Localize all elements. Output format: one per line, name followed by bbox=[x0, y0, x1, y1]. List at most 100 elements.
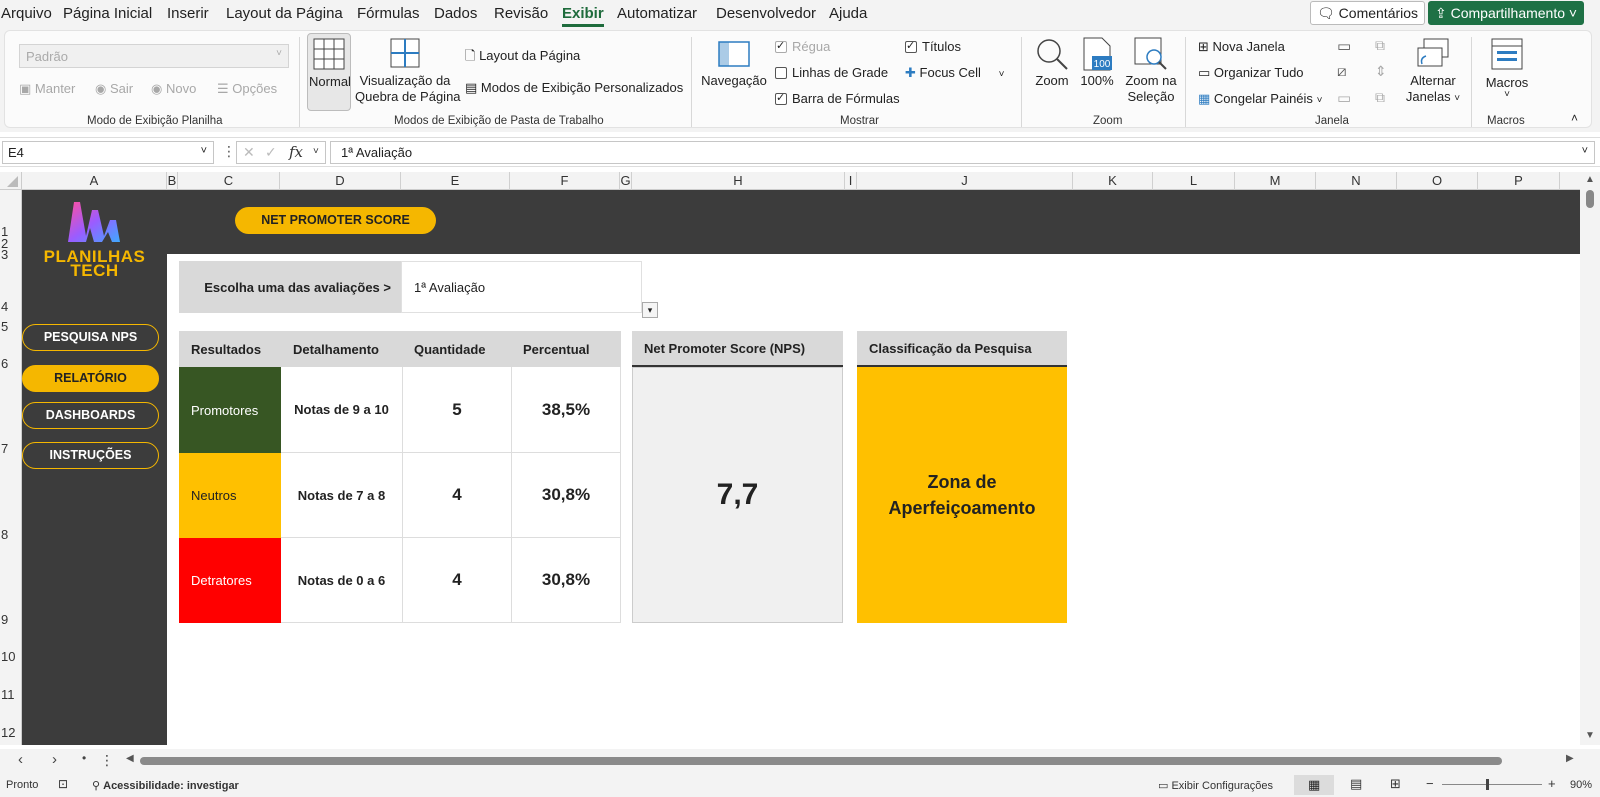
vertical-scrollbar[interactable]: ▲ ▼ bbox=[1580, 172, 1600, 745]
normal-view-button[interactable]: Normal bbox=[307, 33, 351, 111]
scroll-left-icon[interactable]: ◀ bbox=[126, 753, 134, 764]
sheet-view-new-button[interactable]: ◉ Novo bbox=[151, 81, 196, 97]
nav-instrucoes-button[interactable]: INSTRUÇÕES bbox=[22, 442, 159, 469]
hide-icon[interactable]: ⧄ bbox=[1337, 63, 1347, 80]
name-box[interactable]: E4 ˅ bbox=[2, 141, 214, 164]
column-header-m[interactable]: M bbox=[1235, 172, 1316, 190]
function-icon[interactable]: fx bbox=[289, 143, 303, 161]
column-header-f[interactable]: F bbox=[510, 172, 620, 190]
column-header-h[interactable]: H bbox=[632, 172, 845, 190]
nav-relatorio-button[interactable]: RELATÓRIO bbox=[22, 365, 159, 392]
row-header-11[interactable]: 11 bbox=[0, 687, 22, 702]
scroll-down-icon[interactable]: ▼ bbox=[1585, 730, 1595, 741]
sheet-view-keep-button[interactable]: ▣ Manter bbox=[19, 81, 75, 97]
select-all-button[interactable] bbox=[0, 172, 22, 190]
zoom-slider-thumb[interactable] bbox=[1486, 779, 1489, 790]
menu-ajuda[interactable]: Ajuda bbox=[829, 5, 867, 22]
column-header-d[interactable]: D bbox=[280, 172, 401, 190]
scroll-up-icon[interactable]: ▲ bbox=[1585, 174, 1595, 185]
evaluation-select[interactable]: 1ª Avaliação bbox=[401, 261, 642, 313]
menu-layout[interactable]: Layout da Página bbox=[226, 5, 343, 22]
page-break-preview-button[interactable]: Visualização da Quebra de Página bbox=[355, 33, 461, 111]
horizontal-scroll-thumb[interactable] bbox=[140, 757, 1502, 765]
freeze-panes-button[interactable]: ▦ Congelar Painéis ˅ bbox=[1198, 91, 1322, 107]
column-header-b[interactable]: B bbox=[167, 172, 178, 190]
zoom-in-icon[interactable]: + bbox=[1548, 776, 1556, 791]
arrange-all-button[interactable]: ▭ Organizar Tudo bbox=[1198, 65, 1304, 81]
column-header-g[interactable]: G bbox=[620, 172, 632, 190]
menu-dados[interactable]: Dados bbox=[434, 5, 477, 22]
row-header-10[interactable]: 10 bbox=[0, 649, 22, 664]
zoom-selection-button[interactable]: Zoom na Seleção bbox=[1121, 33, 1181, 111]
row-header-6[interactable]: 6 bbox=[0, 356, 22, 371]
new-window-button[interactable]: ⊞ Nova Janela bbox=[1198, 39, 1285, 55]
sync-scroll-icon[interactable]: ⇕ bbox=[1375, 63, 1387, 80]
normal-view-status-button[interactable]: ▦ bbox=[1294, 775, 1334, 795]
sheet-view-options-button[interactable]: ☰ Opções bbox=[217, 81, 277, 97]
gridlines-checkbox[interactable]: Linhas de Grade bbox=[775, 65, 888, 80]
row-header-12[interactable]: 12 bbox=[0, 725, 22, 740]
zoom-100-button[interactable]: 100 100% bbox=[1077, 33, 1117, 111]
page-layout-button[interactable]: 🗋 Layout da Página bbox=[465, 47, 580, 69]
column-header-c[interactable]: C bbox=[178, 172, 280, 190]
row-header-7[interactable]: 7 bbox=[0, 441, 22, 456]
sheet-view-dropdown[interactable]: Padrão ˅ bbox=[19, 44, 289, 68]
next-sheet-icon[interactable]: › bbox=[52, 751, 57, 768]
row-header-4[interactable]: 4 bbox=[0, 299, 22, 314]
zoom-level[interactable]: 90% bbox=[1570, 779, 1592, 791]
zoom-slider[interactable] bbox=[1442, 784, 1542, 785]
nav-pesquisa-nps-button[interactable]: PESQUISA NPS bbox=[22, 324, 159, 351]
sheet-view-exit-button[interactable]: ◉ Sair bbox=[95, 81, 133, 97]
column-header-p[interactable]: P bbox=[1478, 172, 1560, 190]
reset-position-icon[interactable]: ⧉ bbox=[1375, 89, 1385, 106]
unhide-icon[interactable]: ▭ bbox=[1337, 89, 1351, 107]
column-header-n[interactable]: N bbox=[1316, 172, 1397, 190]
comments-button[interactable]: 🗨 Comentários bbox=[1310, 1, 1426, 25]
split-icon[interactable]: ▭ bbox=[1337, 37, 1351, 55]
row-header-3[interactable]: 3 bbox=[0, 247, 22, 262]
column-header-i[interactable]: I bbox=[845, 172, 857, 190]
column-header-o[interactable]: O bbox=[1397, 172, 1478, 190]
formula-input[interactable]: 1ª Avaliação ˅ bbox=[330, 141, 1595, 164]
more-options-icon[interactable]: ⋮ bbox=[222, 143, 236, 160]
options-icon[interactable]: ⋮ bbox=[100, 752, 114, 769]
dropdown-arrow-icon[interactable]: ▾ bbox=[642, 302, 658, 318]
scroll-right-icon[interactable]: ▶ bbox=[1566, 753, 1574, 764]
menu-desenvolvedor[interactable]: Desenvolvedor bbox=[716, 5, 816, 22]
column-header-e[interactable]: E bbox=[401, 172, 510, 190]
formula-bar-checkbox[interactable]: Barra de Fórmulas bbox=[775, 91, 900, 106]
zoom-button[interactable]: Zoom bbox=[1031, 33, 1073, 111]
focus-cell-button[interactable]: ✚ Focus Cell ˅ bbox=[905, 65, 1004, 81]
menu-inserir[interactable]: Inserir bbox=[167, 5, 209, 22]
column-header-k[interactable]: K bbox=[1073, 172, 1153, 190]
switch-windows-button[interactable]: Alternar Janelas ˅ bbox=[1401, 33, 1465, 111]
column-header-l[interactable]: L bbox=[1153, 172, 1235, 190]
row-header-8[interactable]: 8 bbox=[0, 527, 22, 542]
page-layout-status-icon[interactable]: ▤ bbox=[1350, 776, 1362, 792]
nav-dashboards-button[interactable]: DASHBOARDS bbox=[22, 402, 159, 429]
page-break-status-icon[interactable]: ⊞ bbox=[1390, 776, 1401, 792]
column-header-a[interactable]: A bbox=[22, 172, 167, 190]
vertical-scroll-thumb[interactable] bbox=[1586, 190, 1594, 208]
zoom-out-icon[interactable]: − bbox=[1426, 776, 1434, 791]
menu-formulas[interactable]: Fórmulas bbox=[357, 5, 420, 22]
custom-views-button[interactable]: ▤ Modos de Exibição Personalizados bbox=[465, 80, 683, 96]
share-button[interactable]: ⇪ Compartilhamento ˅ bbox=[1428, 1, 1585, 25]
more-sheets-icon[interactable]: • bbox=[82, 751, 86, 765]
row-header-5[interactable]: 5 bbox=[0, 319, 22, 334]
display-settings-button[interactable]: ▭ Exibir Configurações bbox=[1158, 779, 1273, 792]
menu-arquivo[interactable]: Arquivo bbox=[1, 5, 52, 22]
side-by-side-icon[interactable]: ⧉ bbox=[1375, 37, 1385, 54]
menu-automatizar[interactable]: Automatizar bbox=[617, 5, 697, 22]
column-header-j[interactable]: J bbox=[857, 172, 1073, 190]
prev-sheet-icon[interactable]: ‹ bbox=[18, 751, 23, 768]
menu-revisao[interactable]: Revisão bbox=[494, 5, 548, 22]
accessibility-status[interactable]: ⚲ Acessibilidade: investigar bbox=[92, 779, 239, 792]
headings-checkbox[interactable]: Títulos bbox=[905, 39, 961, 54]
ruler-checkbox[interactable]: Régua bbox=[775, 39, 830, 54]
row-header-9[interactable]: 9 bbox=[0, 612, 22, 627]
macros-button[interactable]: Macros ˅ bbox=[1479, 33, 1535, 111]
menu-pagina-inicial[interactable]: Página Inicial bbox=[63, 5, 152, 22]
navigation-button[interactable]: Navegação bbox=[699, 33, 769, 111]
collapse-ribbon-icon[interactable]: ˄ bbox=[1571, 111, 1578, 125]
